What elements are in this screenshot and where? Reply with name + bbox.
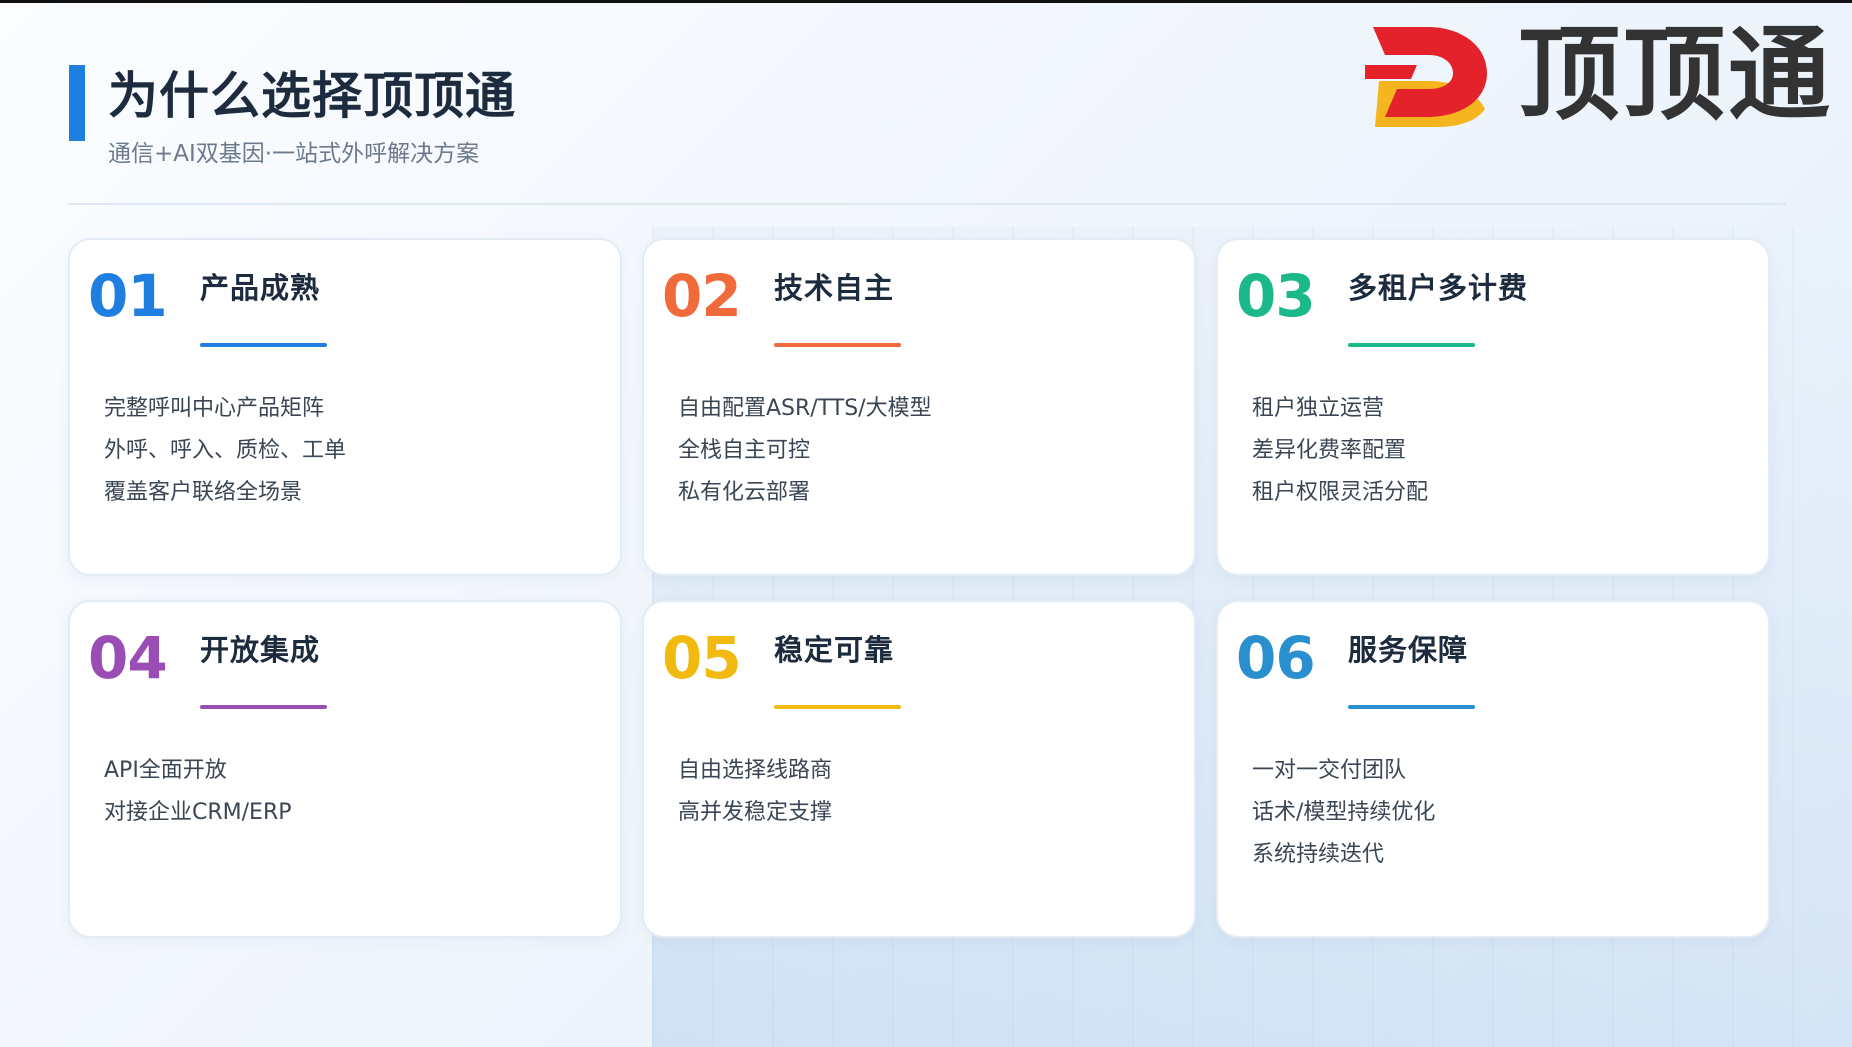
card-title-underline <box>200 343 327 347</box>
card-feature-item: 话术/模型持续优化 <box>1252 800 1436 825</box>
card-title-underline <box>1348 705 1475 709</box>
page-title: 为什么选择顶顶通 <box>108 67 516 125</box>
card-feature-list: 完整呼叫中心产品矩阵 外呼、呼入、质检、工单 覆盖客户联络全场景 <box>104 388 346 514</box>
card-title-underline <box>200 705 327 709</box>
reason-card: 04 开放集成 API全面开放对接企业CRM/ERP <box>68 600 622 938</box>
dingdingtong-logo-icon <box>1365 27 1487 127</box>
card-number: 05 <box>662 624 742 692</box>
card-feature-item: 租户独立运营 <box>1252 396 1385 421</box>
card-feature-item: 系统持续迭代 <box>1252 842 1385 867</box>
card-feature-item: 自由配置ASR/TTS/大模型 <box>678 396 932 421</box>
card-number: 01 <box>88 262 168 330</box>
brand-logo: 顶顶通 <box>1365 16 1845 135</box>
title-accent-bar <box>69 65 85 141</box>
card-feature-item: 租户权限灵活分配 <box>1252 480 1429 505</box>
card-title: 服务保障 <box>1348 633 1469 667</box>
reason-card: 02 技术自主自由配置ASR/TTS/大模型 全栈自主可控 私有化云部署 <box>642 238 1196 576</box>
card-feature-item: 全栈自主可控 <box>678 438 811 463</box>
card-feature-item: 完整呼叫中心产品矩阵 <box>104 396 325 421</box>
page-subtitle: 通信+AI双基因·一站式外呼解决方案 <box>108 141 480 167</box>
card-title-underline <box>774 343 901 347</box>
card-feature-item: 对接企业CRM/ERP <box>104 800 292 825</box>
card-number: 02 <box>662 262 742 330</box>
card-feature-item: 高并发稳定支撑 <box>678 800 833 825</box>
card-feature-item: 自由选择线路商 <box>678 758 833 783</box>
card-feature-list: 租户独立运营 差异化费率配置 租户权限灵活分配 <box>1252 388 1428 514</box>
header-divider <box>68 203 1786 205</box>
card-title: 稳定可靠 <box>774 633 895 667</box>
card-title-underline <box>1348 343 1475 347</box>
reason-card: 03 多租户多计费租户独立运营 差异化费率配置 租户权限灵活分配 <box>1216 238 1770 576</box>
card-title: 开放集成 <box>200 633 321 667</box>
card-feature-item: 私有化云部署 <box>678 480 811 505</box>
card-feature-list: 一对一交付团队话术/模型持续优化 系统持续迭代 <box>1252 750 1435 876</box>
reason-card: 01 产品成熟完整呼叫中心产品矩阵 外呼、呼入、质检、工单 覆盖客户联络全场景 <box>68 238 622 576</box>
card-feature-item: 差异化费率配置 <box>1252 438 1407 463</box>
logo-text: 顶顶通 <box>1518 16 1833 135</box>
card-feature-list: 自由选择线路商 高并发稳定支撑 <box>678 750 832 834</box>
card-number: 06 <box>1236 624 1316 692</box>
card-feature-item: API全面开放 <box>104 758 227 783</box>
card-feature-item: 一对一交付团队 <box>1252 758 1407 783</box>
card-feature-list: API全面开放对接企业CRM/ERP <box>104 750 292 834</box>
reason-card: 05 稳定可靠自由选择线路商 高并发稳定支撑 <box>642 600 1196 938</box>
card-feature-item: 覆盖客户联络全场景 <box>104 480 303 505</box>
card-feature-list: 自由配置ASR/TTS/大模型 全栈自主可控 私有化云部署 <box>678 388 932 514</box>
card-number: 04 <box>88 624 168 692</box>
card-title: 产品成熟 <box>200 271 321 305</box>
card-number: 03 <box>1236 262 1316 330</box>
card-title: 技术自主 <box>774 271 895 305</box>
reason-card: 06 服务保障一对一交付团队话术/模型持续优化 系统持续迭代 <box>1216 600 1770 938</box>
top-rule <box>0 0 1852 3</box>
card-feature-item: 外呼、呼入、质检、工单 <box>104 438 347 463</box>
card-title: 多租户多计费 <box>1348 271 1529 305</box>
card-title-underline <box>774 705 901 709</box>
